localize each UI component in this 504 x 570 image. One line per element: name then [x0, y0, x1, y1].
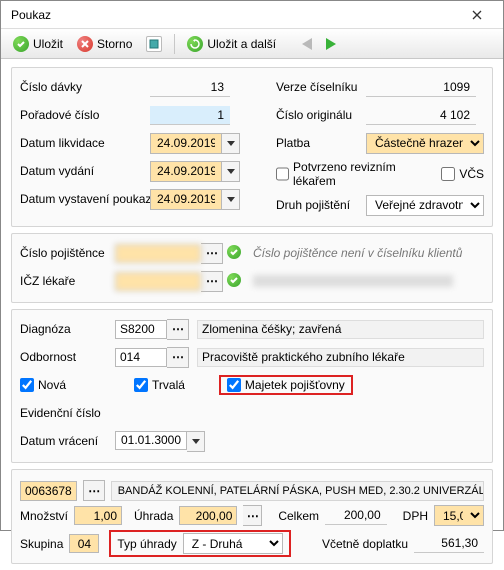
cancel-label: Storno	[97, 37, 132, 51]
close-button[interactable]	[457, 4, 497, 26]
label-mnozstvi: Množství	[20, 509, 68, 523]
label-dph: DPH	[403, 509, 428, 523]
label-cislo-orig: Číslo originálu	[276, 108, 366, 122]
label-datum-vyst: Datum vystavení poukazu	[20, 192, 165, 206]
refresh-icon	[187, 36, 203, 52]
cancel-button[interactable]: Storno	[71, 34, 138, 54]
lookup-cislo-poj[interactable]: ⋯	[201, 243, 223, 264]
lookup-diag[interactable]: ⋯	[167, 319, 189, 340]
value-vcetne: 561,30	[414, 534, 484, 553]
arrow-left-icon	[302, 38, 312, 50]
value-celkem: 200,00	[325, 506, 387, 525]
input-uhrada[interactable]	[179, 506, 237, 525]
ok-icon	[227, 273, 243, 289]
checkbox-nova[interactable]: Nová	[20, 378, 66, 392]
label-diag: Diagnóza	[20, 322, 115, 336]
value-cislo-orig: 4 102	[366, 106, 476, 125]
label-odb: Odbornost	[20, 350, 115, 364]
value-cislo-davky: 13	[150, 78, 230, 97]
tool-icon-1[interactable]	[140, 34, 168, 54]
value-poradove: 1	[150, 106, 230, 125]
label-icz: IČZ lékaře	[20, 274, 115, 288]
input-datum-vyd[interactable]	[150, 161, 222, 182]
input-datum-likv[interactable]	[150, 133, 222, 154]
label-vcs: VČS	[459, 167, 484, 181]
arrow-right-icon	[326, 38, 336, 50]
input-cislo-poj[interactable]	[115, 244, 201, 263]
label-potvrzeno: Potvrzeno revizním lékařem	[293, 160, 431, 188]
highlight-typ-uhrady: Typ úhrady Z - Druhá	[109, 530, 290, 557]
input-icz[interactable]	[115, 272, 201, 291]
checkbox-trvala[interactable]: Trvalá	[134, 378, 185, 392]
checkbox-majetek[interactable]: Majetek pojišťovny	[227, 378, 345, 392]
save-next-button[interactable]: Uložit a další	[181, 34, 282, 54]
input-odb-code[interactable]	[115, 348, 167, 367]
input-vraceni[interactable]	[115, 431, 187, 450]
chevron-down-icon	[192, 439, 200, 444]
label-skupina: Skupina	[20, 537, 63, 551]
ok-icon	[227, 245, 243, 261]
close-icon	[472, 10, 482, 20]
label-vraceni: Datum vrácení	[20, 434, 115, 448]
save-label: Uložit	[33, 37, 63, 51]
label-cislo-poj: Číslo pojištěnce	[20, 246, 115, 260]
checkbox-vcs[interactable]: VČS	[441, 167, 484, 181]
lookup-item[interactable]: ⋯	[83, 480, 105, 501]
select-druh[interactable]: Veřejné zdravotní po	[366, 195, 484, 216]
label-datum-likv: Datum likvidace	[20, 136, 150, 150]
datepicker-vyst[interactable]	[222, 189, 240, 210]
input-skupina[interactable]	[69, 534, 99, 553]
chevron-down-icon	[227, 141, 235, 146]
checkbox-potvrzeno[interactable]: Potvrzeno revizním lékařem	[276, 160, 431, 188]
lookup-uhrada[interactable]: ⋯	[243, 505, 262, 526]
item-code[interactable]: 0063678	[20, 481, 77, 501]
save-next-label: Uložit a další	[207, 37, 276, 51]
datepicker-vraceni[interactable]	[187, 431, 205, 452]
label-celkem: Celkem	[278, 509, 319, 523]
chevron-down-icon	[227, 169, 235, 174]
item-desc: BANDÁŽ KOLENNÍ, PATELÁRNÍ PÁSKA, PUSH ME…	[111, 481, 484, 501]
input-diag-code[interactable]	[115, 320, 167, 339]
window-title: Poukaz	[11, 8, 457, 22]
label-uhrada: Úhrada	[134, 509, 173, 523]
select-dph[interactable]: 15,0%	[434, 505, 484, 526]
value-odb-desc	[197, 348, 484, 367]
label-evid: Evidenční číslo	[20, 406, 115, 420]
value-diag-desc	[197, 320, 484, 339]
cancel-icon	[77, 36, 93, 52]
label-poradove: Pořadové číslo	[20, 108, 150, 122]
msg-cislo-poj: Číslo pojištěnce není v číselníku klient…	[253, 246, 462, 260]
value-verze: 1099	[366, 78, 476, 97]
label-vcetne: Včetně doplatku	[322, 537, 408, 551]
label-platba: Platba	[276, 136, 366, 150]
lookup-odb[interactable]: ⋯	[167, 347, 189, 368]
datepicker-vyd[interactable]	[222, 161, 240, 182]
lookup-icz[interactable]: ⋯	[201, 271, 223, 292]
label-datum-vyd: Datum vydání	[20, 164, 150, 178]
label-verze: Verze číselníku	[276, 80, 366, 94]
highlight-majetek: Majetek pojišťovny	[219, 375, 353, 395]
check-icon	[13, 36, 29, 52]
select-typ[interactable]: Z - Druhá	[183, 533, 283, 554]
save-button[interactable]: Uložit	[7, 34, 69, 54]
select-platba[interactable]: Částečně hrazeno	[366, 133, 484, 154]
label-druh: Druh pojištění	[276, 198, 366, 212]
label-typ: Typ úhrady	[117, 537, 176, 551]
nav-prev-button[interactable]	[296, 36, 318, 52]
label-cislo-davky: Číslo dávky	[20, 80, 150, 94]
chevron-down-icon	[227, 197, 235, 202]
input-mnozstvi[interactable]	[74, 506, 122, 525]
input-datum-vyst[interactable]	[150, 189, 222, 210]
datepicker-likv[interactable]	[222, 133, 240, 154]
nav-next-button[interactable]	[320, 36, 342, 52]
